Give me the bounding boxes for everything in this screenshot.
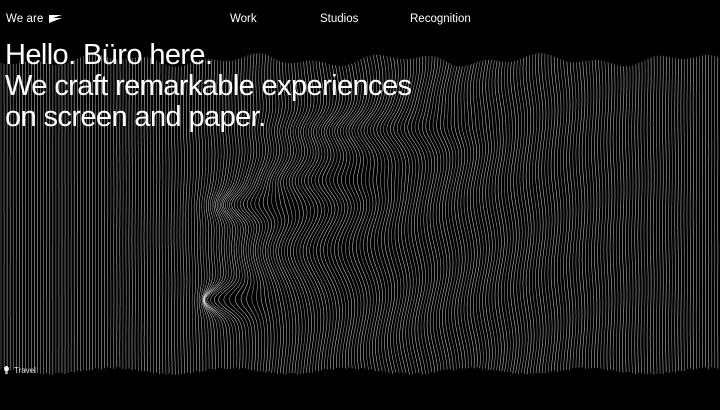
wave-line: [476, 61, 484, 370]
wave-line: [463, 65, 472, 368]
wave-line: [631, 65, 634, 374]
wave-line: [597, 60, 601, 369]
wave-line: [674, 58, 676, 373]
wave-line: [603, 61, 607, 370]
wave-line: [668, 56, 670, 373]
wave-line: [447, 65, 457, 370]
wave-line: [677, 58, 679, 371]
wave-line: [628, 66, 631, 373]
nav-link-work[interactable]: Work: [230, 13, 257, 25]
wave-line: [584, 60, 589, 369]
project-tag-label: Travel: [14, 366, 36, 375]
wave-line: [649, 57, 652, 374]
wave-line: [619, 65, 622, 373]
wave-line: [652, 56, 655, 375]
wave-line: [572, 62, 577, 369]
wave-line: [588, 60, 592, 369]
wave-line: [600, 60, 604, 369]
wave-line: [671, 57, 673, 372]
lightbulb-icon: [4, 366, 9, 375]
wave-line: [591, 60, 595, 369]
wave-line: [662, 55, 664, 374]
hero-headline: Hello. Büro here. We craft remarkable ex…: [5, 39, 412, 133]
top-navigation: We are Work Studios Recognition: [0, 0, 720, 40]
nav-link-studios[interactable]: Studios: [320, 13, 358, 25]
wave-line: [532, 54, 538, 375]
wave-line: [578, 61, 583, 368]
hero-line-1: Hello. Büro here.: [5, 39, 213, 71]
project-tag-travel[interactable]: Travel: [4, 366, 36, 375]
wave-line: [473, 62, 481, 369]
wave-line: [622, 66, 625, 373]
wave-line: [538, 52, 544, 374]
wave-line: [646, 58, 649, 375]
wave-line: [625, 66, 628, 373]
wave-line: [469, 63, 478, 368]
wave-line: [528, 55, 535, 374]
wave-line: [516, 60, 523, 375]
brand-label: We are: [6, 13, 44, 25]
wave-line: [683, 59, 685, 371]
wave-line: [656, 55, 658, 374]
wave-line: [640, 61, 643, 374]
wave-line: [637, 62, 640, 373]
wave-line: [609, 63, 613, 370]
wave-line: [479, 60, 487, 369]
wave-line: [692, 57, 694, 370]
hero-line-2: We craft remarkable experiences: [5, 70, 412, 102]
wave-line: [443, 64, 454, 371]
wave-line: [615, 65, 619, 372]
wave-line: [665, 56, 667, 373]
wave-line: [575, 62, 580, 369]
wave-line: [680, 59, 682, 371]
wave-line: [606, 62, 610, 371]
wave-line: [519, 59, 526, 374]
wave-line: [494, 60, 502, 371]
wave-line: [466, 64, 475, 369]
flag-logo-icon: [49, 15, 63, 23]
wave-line: [686, 58, 688, 369]
hero-line-3: on screen and paper.: [5, 101, 266, 133]
wave-line: [643, 59, 646, 374]
wave-line: [581, 61, 586, 368]
wave-line: [659, 55, 661, 374]
brand-link[interactable]: We are: [6, 13, 63, 25]
wave-line: [634, 64, 637, 375]
nav-link-recognition[interactable]: Recognition: [410, 13, 471, 25]
wave-line: [612, 64, 616, 371]
wave-line: [497, 61, 505, 372]
wave-line: [594, 59, 598, 369]
